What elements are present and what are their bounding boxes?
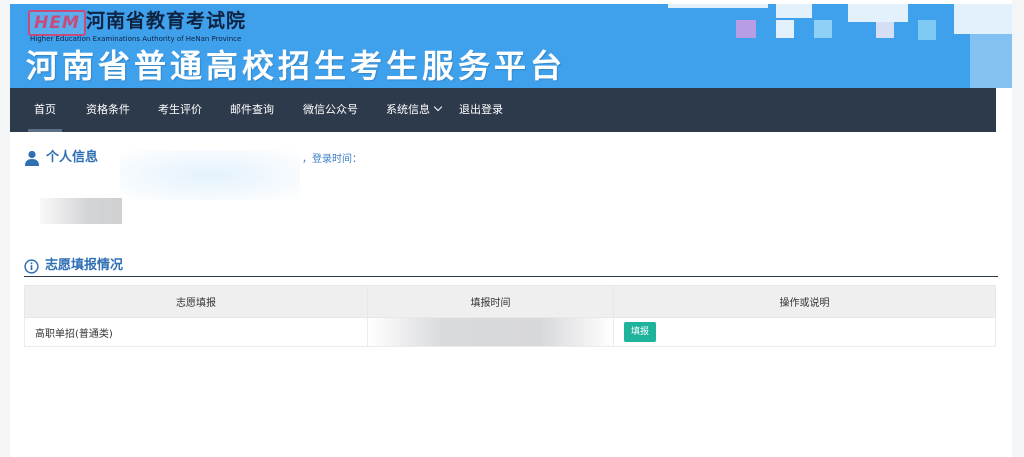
- apply-button[interactable]: 填报: [624, 322, 657, 342]
- main-nav: 首页 资格条件 考生评价 邮件查询 微信公众号 系统信息 退出登录: [10, 88, 996, 132]
- nav-item-mail-query[interactable]: 邮件查询: [230, 88, 274, 132]
- redacted-info: [40, 198, 122, 224]
- nav-item-eligibility[interactable]: 资格条件: [86, 88, 130, 132]
- nav-item-logout[interactable]: 退出登录: [459, 88, 503, 132]
- info-circle-icon: [24, 258, 39, 274]
- login-time: ，登录时间：: [302, 154, 362, 165]
- header-banner: HEM 河南省教育考试院 Higher Education Examinatio…: [10, 4, 1012, 88]
- nav-item-evaluation[interactable]: 考生评价: [158, 88, 202, 132]
- personal-info-title: 个人信息: [46, 150, 99, 165]
- banner-decoration: [658, 4, 1012, 88]
- application-title: 志愿填报情况: [45, 258, 124, 273]
- column-header: 填报时间: [367, 285, 614, 318]
- nav-item-system-info-label: 系统信息: [386, 103, 430, 116]
- chevron-down-icon: [433, 102, 443, 112]
- org-english-name: Higher Education Examinations Authority …: [30, 35, 242, 43]
- nav-item-home[interactable]: 首页: [28, 88, 62, 132]
- application-heading: 志愿填报情况: [24, 257, 123, 275]
- application-table: 志愿填报 填报时间 操作或说明 高职单招(普通类) 填报: [24, 285, 996, 347]
- personal-info-heading: 个人信息: [24, 149, 98, 167]
- column-header: 操作或说明: [613, 285, 996, 318]
- column-header: 志愿填报: [24, 285, 368, 318]
- section-divider: [24, 276, 998, 277]
- application-action-cell: 填报: [613, 317, 996, 347]
- application-category: 高职单招(普通类): [24, 317, 368, 347]
- nav-item-system-info[interactable]: 系统信息: [386, 88, 443, 132]
- user-icon: [25, 150, 39, 166]
- table-header-row: 志愿填报 填报时间 操作或说明: [24, 285, 996, 318]
- logo: HEM: [28, 10, 86, 36]
- application-time: [367, 317, 614, 347]
- logo-mark: HEM: [28, 10, 86, 36]
- page: HEM 河南省教育考试院 Higher Education Examinatio…: [10, 0, 1012, 457]
- platform-title: 河南省普通高校招生考生服务平台: [26, 47, 567, 85]
- table-row: 高职单招(普通类) 填报: [24, 317, 996, 347]
- nav-item-wechat[interactable]: 微信公众号: [303, 88, 358, 132]
- redacted-name: [120, 150, 300, 200]
- org-name: 河南省教育考试院: [86, 10, 247, 32]
